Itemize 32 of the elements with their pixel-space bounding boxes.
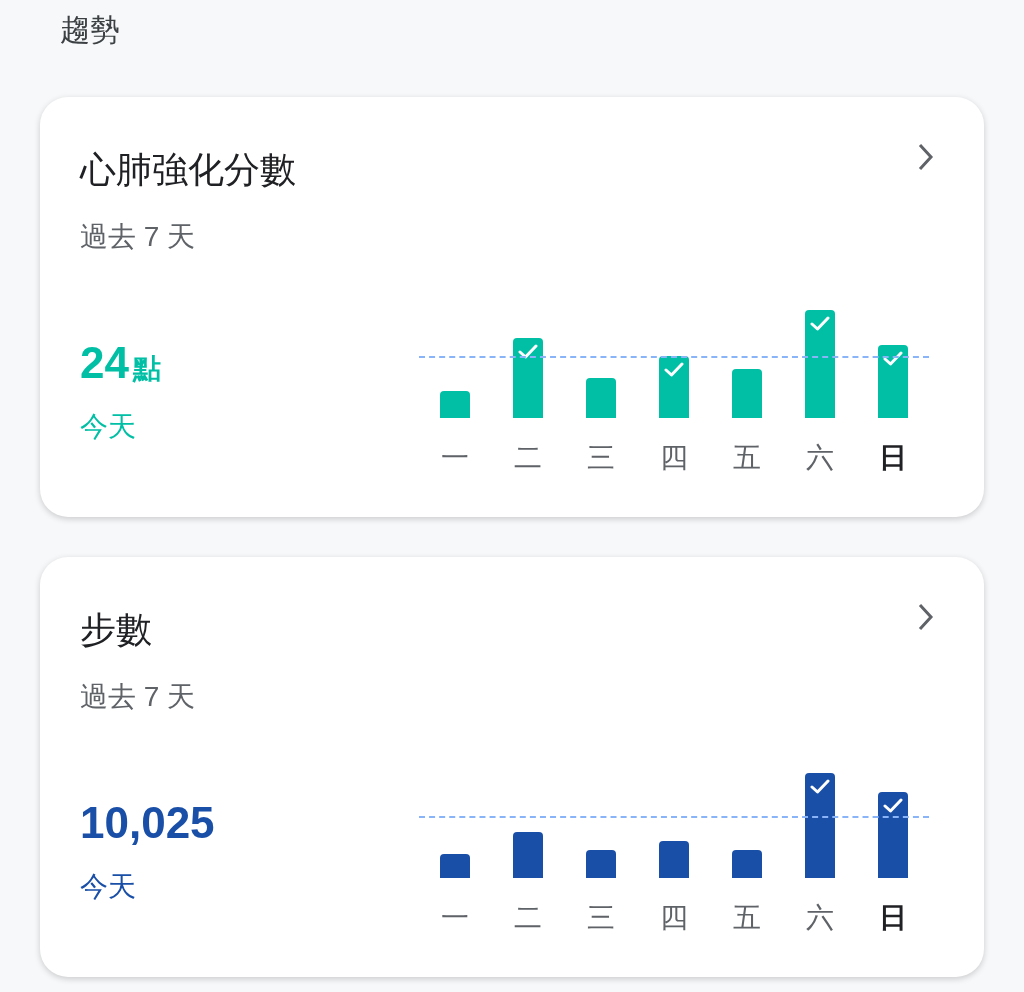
check-icon <box>518 344 539 360</box>
day-label: 六 <box>805 441 834 475</box>
trend-card[interactable]: 心肺強化分數 過去 7 天 24點 今天 一 二 三 四 五 六 日 <box>40 97 984 517</box>
metric-value: 24 <box>80 337 129 389</box>
check-icon <box>809 779 830 795</box>
trend-card[interactable]: 步數 過去 7 天 10,025 今天 一 二 三 四 五 六 日 <box>40 557 984 977</box>
metric-caption: 今天 <box>80 870 136 904</box>
metric-value: 10,025 <box>80 797 215 849</box>
day-label: 五 <box>732 441 761 475</box>
day-label: 二 <box>514 901 543 935</box>
card-title: 步數 <box>80 608 152 652</box>
day-label: 日 <box>878 441 907 475</box>
check-icon <box>882 798 903 814</box>
metric-unit: 點 <box>132 352 161 386</box>
day-label: 四 <box>660 901 688 935</box>
card-title: 心肺強化分數 <box>80 148 296 192</box>
day-label: 三 <box>587 901 616 935</box>
day-label: 二 <box>514 441 543 475</box>
metric-caption: 今天 <box>80 410 136 444</box>
day-label: 一 <box>441 441 470 475</box>
day-label: 日 <box>878 901 907 935</box>
check-icon <box>882 351 903 367</box>
card-subtitle: 過去 7 天 <box>80 221 196 252</box>
section-title: 趨勢 <box>60 13 120 46</box>
card-subtitle: 過去 7 天 <box>80 681 196 712</box>
day-label: 五 <box>732 901 761 935</box>
check-icon <box>809 316 830 332</box>
day-label: 三 <box>587 441 616 475</box>
day-label: 四 <box>660 441 688 475</box>
check-icon <box>664 362 684 378</box>
day-label: 六 <box>805 901 834 935</box>
day-label: 一 <box>441 901 470 935</box>
